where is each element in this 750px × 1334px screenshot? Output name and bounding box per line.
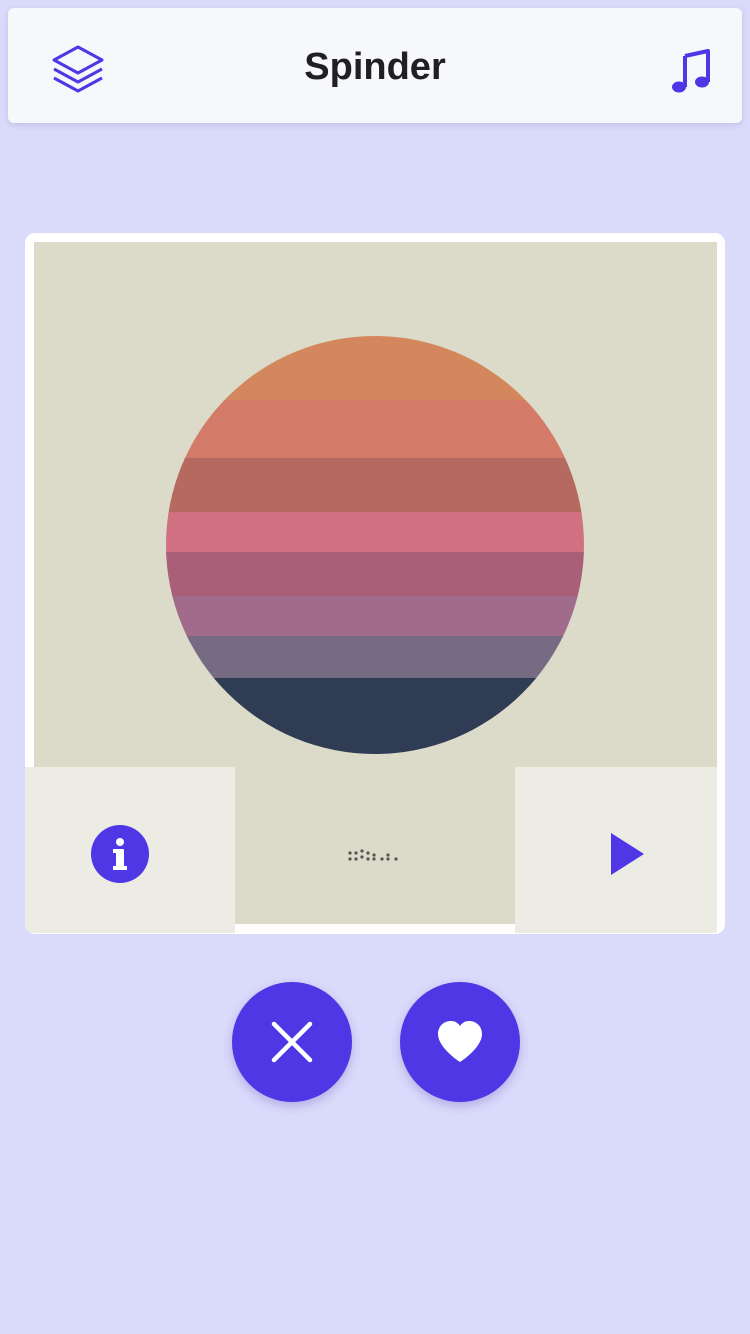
play-icon: [611, 833, 644, 875]
music-note-icon: [672, 49, 710, 93]
close-icon: [271, 1021, 313, 1063]
play-button[interactable]: [608, 831, 648, 877]
music-button[interactable]: [664, 48, 724, 100]
album-artwork: [25, 242, 717, 933]
info-icon: [91, 825, 149, 883]
app-title: Spinder: [304, 46, 446, 88]
track-card[interactable]: [25, 233, 725, 934]
heart-icon: [438, 1021, 482, 1062]
app-header: Spinder: [8, 8, 742, 123]
reject-button[interactable]: [232, 982, 352, 1102]
play-panel: [515, 767, 717, 933]
info-panel: [25, 767, 235, 933]
like-button[interactable]: [400, 982, 520, 1102]
dots-indicator: [348, 849, 398, 861]
info-button[interactable]: [91, 825, 149, 883]
